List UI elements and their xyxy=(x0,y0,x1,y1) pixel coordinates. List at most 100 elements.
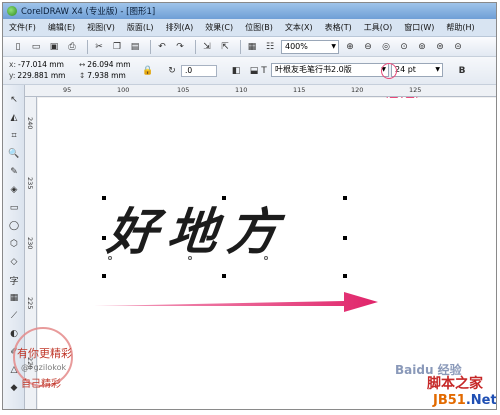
selection-handle[interactable] xyxy=(343,236,347,240)
text-tool-icon[interactable]: 字 xyxy=(7,273,21,287)
zoom-level-select[interactable]: 400% ▼ xyxy=(281,39,339,54)
smart-fill-tool-icon[interactable]: ◈ xyxy=(7,183,21,197)
standard-toolbar: ▯ ▭ ▣ ⎙ ✂ ❐ ▤ ↶ ↷ ⇲ ⇱ ▦ ☷ 400% ▼ ⊕ ⊖ ◎ ⊙… xyxy=(3,37,496,57)
font-type-icon: T xyxy=(261,66,267,76)
ruler-tick-label: 100 xyxy=(117,86,130,94)
import-icon[interactable]: ⇲ xyxy=(200,40,214,54)
shape-tool-icon[interactable]: ◭ xyxy=(7,111,21,125)
zoom-all-icon[interactable]: ⊙ xyxy=(397,40,411,54)
rotate-icon[interactable]: ↻ xyxy=(165,64,179,78)
rotation-field[interactable]: .0 xyxy=(181,65,217,77)
bold-icon[interactable]: B xyxy=(455,64,469,78)
menu-edit[interactable]: 编辑(E) xyxy=(42,22,81,33)
highlight-ring xyxy=(381,63,397,79)
print-icon[interactable]: ⎙ xyxy=(65,40,79,54)
polygon-tool-icon[interactable]: ⬡ xyxy=(7,237,21,251)
font-size-value: 24 pt xyxy=(395,65,416,74)
crop-tool-icon[interactable]: ⌗ xyxy=(7,129,21,143)
selection-handle[interactable] xyxy=(343,274,347,278)
menu-text[interactable]: 文本(X) xyxy=(279,22,319,33)
zoom-height-icon[interactable]: ⊝ xyxy=(451,40,465,54)
watermark-text: @Fgzilokok xyxy=(21,363,67,372)
new-icon[interactable]: ▯ xyxy=(11,40,25,54)
site-watermark: 脚本之家 xyxy=(427,376,483,392)
menu-file[interactable]: 文件(F) xyxy=(3,22,42,33)
zoom-tool-icon[interactable]: 🔍 xyxy=(7,147,21,161)
width-icon: ↔ xyxy=(79,60,86,69)
zoom-out-icon[interactable]: ⊖ xyxy=(361,40,375,54)
font-family-value: 叶根友毛笔行书2.0版 xyxy=(275,65,352,74)
zoom-selected-icon[interactable]: ◎ xyxy=(379,40,393,54)
menu-arrange[interactable]: 排列(A) xyxy=(160,22,200,33)
rectangle-tool-icon[interactable]: ▭ xyxy=(7,201,21,215)
window-title: CorelDRAW X4 (专业版) - [图形1] xyxy=(21,7,156,17)
property-bar: x: -77.014 mm y: 229.881 mm ↔ 26.094 mm ↕ 7.… xyxy=(3,57,496,85)
ruler-tick-label: 125 xyxy=(409,86,422,94)
font-size-select[interactable]: 24 pt ▼ xyxy=(391,63,443,77)
height-value: 7.938 mm xyxy=(87,71,126,80)
app-window: CorelDRAW X4 (专业版) - [图形1] 文件(F) 编辑(E) 视… xyxy=(2,2,497,410)
x-position[interactable]: x: -77.014 mm xyxy=(9,60,64,69)
zoom-page-icon[interactable]: ⊚ xyxy=(415,40,429,54)
title-bar: CorelDRAW X4 (专业版) - [图形1] xyxy=(3,3,496,19)
text-node[interactable] xyxy=(188,256,192,260)
object-width[interactable]: ↔ 26.094 mm xyxy=(79,60,131,69)
text-node[interactable] xyxy=(264,256,268,260)
zoom-width-icon[interactable]: ⊜ xyxy=(433,40,447,54)
redo-icon[interactable]: ↷ xyxy=(173,40,187,54)
ellipse-tool-icon[interactable]: ◯ xyxy=(7,219,21,233)
menu-help[interactable]: 帮助(H) xyxy=(440,22,480,33)
coreldraw-icon xyxy=(7,6,17,16)
font-family-select[interactable]: 叶根友毛笔行书2.0版 ▼ xyxy=(271,63,389,77)
zoom-level-value: 400% xyxy=(285,41,308,51)
menu-view[interactable]: 视图(V) xyxy=(81,22,121,33)
menu-tools[interactable]: 工具(O) xyxy=(358,22,399,33)
ruler-tick-label: 235 xyxy=(26,177,34,190)
menu-layout[interactable]: 版面(L) xyxy=(121,22,160,33)
lock-ratio-icon[interactable]: 🔒 xyxy=(141,64,155,78)
cut-icon[interactable]: ✂ xyxy=(92,40,106,54)
paste-icon[interactable]: ▤ xyxy=(128,40,142,54)
ruler-tick-label: 240 xyxy=(26,117,34,130)
chevron-down-icon: ▼ xyxy=(435,66,440,73)
selection-handle[interactable] xyxy=(102,274,106,278)
export-icon[interactable]: ⇱ xyxy=(218,40,232,54)
copy-icon[interactable]: ❐ xyxy=(110,40,124,54)
menu-window[interactable]: 窗口(W) xyxy=(398,22,440,33)
annotation-arrow xyxy=(94,292,378,312)
toolbar-separator xyxy=(240,39,241,54)
save-icon[interactable]: ▣ xyxy=(47,40,61,54)
watermark-text: 有你更精彩 xyxy=(17,347,72,360)
y-label: y: xyxy=(9,71,16,80)
freehand-tool-icon[interactable]: ✎ xyxy=(7,165,21,179)
y-position[interactable]: y: 229.881 mm xyxy=(9,71,65,80)
open-icon[interactable]: ▭ xyxy=(29,40,43,54)
menu-effects[interactable]: 效果(C) xyxy=(199,22,239,33)
width-value: 26.094 mm xyxy=(87,60,131,69)
selection-handle[interactable] xyxy=(343,196,347,200)
artistic-text[interactable]: 好地方 xyxy=(104,192,292,264)
ruler-tick-label: 230 xyxy=(26,237,34,250)
ruler-tick-label: 115 xyxy=(293,86,306,94)
table-tool-icon[interactable]: ▦ xyxy=(7,291,21,305)
selection-handle[interactable] xyxy=(102,236,106,240)
domain-watermark: JB51.Net xyxy=(433,393,497,408)
domain-part: JB51 xyxy=(433,393,466,408)
ruler-tick-label: 110 xyxy=(235,86,248,94)
ruler-tick-label: 105 xyxy=(177,86,190,94)
welcome-icon[interactable]: ☷ xyxy=(263,40,277,54)
menu-bitmaps[interactable]: 位图(B) xyxy=(239,22,279,33)
menu-table[interactable]: 表格(T) xyxy=(319,22,358,33)
basic-shapes-tool-icon[interactable]: ◇ xyxy=(7,255,21,269)
pick-tool-icon[interactable]: ↖ xyxy=(7,93,21,107)
object-height[interactable]: ↕ 7.938 mm xyxy=(79,71,126,80)
mirror-horizontal-icon[interactable]: ◧ xyxy=(229,64,243,78)
app-launcher-icon[interactable]: ▦ xyxy=(245,40,259,54)
selection-handle[interactable] xyxy=(222,274,226,278)
text-node[interactable] xyxy=(108,256,112,260)
zoom-in-icon[interactable]: ⊕ xyxy=(343,40,357,54)
dimension-tool-icon[interactable]: ⟋ xyxy=(7,309,21,323)
domain-part: .Net xyxy=(465,393,497,408)
selection-handle[interactable] xyxy=(102,196,106,200)
undo-icon[interactable]: ↶ xyxy=(155,40,169,54)
